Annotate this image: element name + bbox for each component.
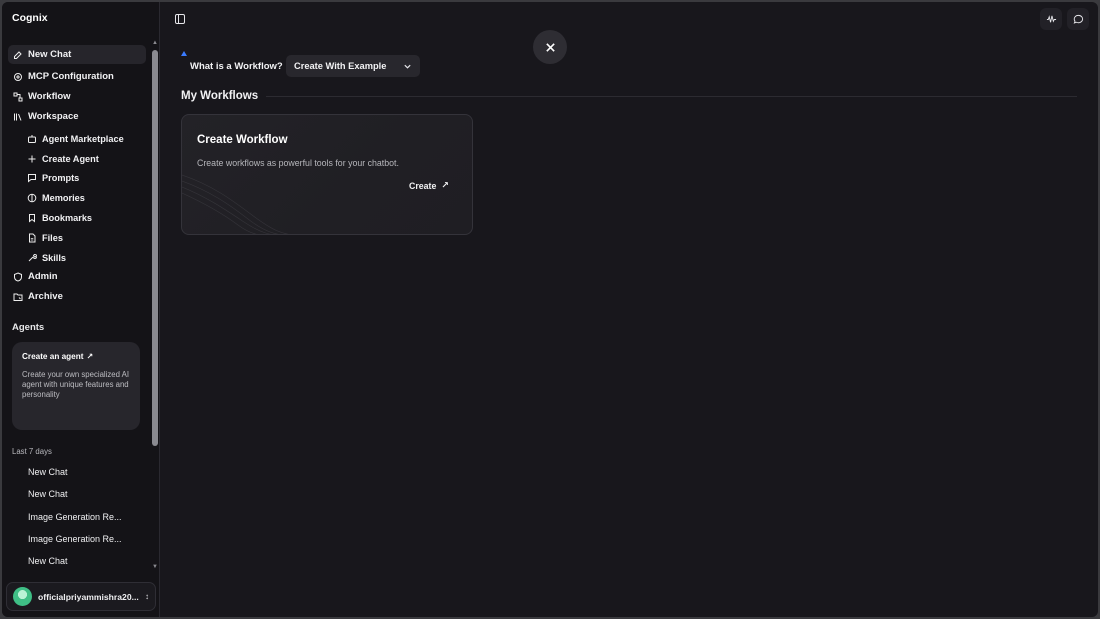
mcp-icon [13,72,23,82]
card-description: Create workflows as powerful tools for y… [197,158,399,168]
user-name: officialpriyammishra20... [38,591,139,602]
create-workflow-button[interactable]: Create ↗ [409,180,449,191]
sidebar-item-files[interactable]: Files [22,228,146,247]
user-menu-button[interactable]: officialpriyammishra20... ↕ [6,582,156,611]
arrow-up-right-icon: ↗ [86,352,94,361]
sidebar-item-label: Skills [42,252,67,263]
create-agent-card-description: Create your own specialized AI agent wit… [22,370,130,399]
create-agent-card[interactable]: Create an agent ↗ Create your own specia… [12,342,140,430]
sidebar-item-label: Files [42,232,63,243]
sidebar: Cognix New Chat MCP Configuration Workfl… [2,2,160,617]
app-window: Cognix New Chat MCP Configuration Workfl… [2,2,1098,617]
section-divider [266,96,1077,97]
sidebar-item-memories[interactable]: Memories [22,188,146,207]
close-button[interactable] [533,30,567,64]
card-title: Create Workflow [197,134,288,146]
sidebar-item-label: Prompts [42,172,80,183]
select-label: Create With Example [294,61,387,71]
chat-history-item[interactable]: New Chat [28,489,68,499]
what-is-workflow-link[interactable]: What is a Workflow? [190,61,283,72]
sidebar-item-label: New Chat [28,49,72,60]
create-workflow-card[interactable]: Create Workflow Create workflows as powe… [181,114,473,235]
create-agent-card-title: Create an agent ↗ [22,352,130,361]
scroll-up-arrow-icon[interactable]: ▲ [152,40,158,46]
wrench-icon [27,253,37,263]
sidebar-item-label: Admin [28,271,58,282]
message-circle-icon [1073,14,1083,24]
sidebar-item-agent-marketplace[interactable]: Agent Marketplace [22,129,146,148]
chat-button[interactable] [1067,8,1089,30]
activity-button[interactable] [1040,8,1062,30]
sidebar-item-label: Archive [28,291,63,302]
recent-label: Last 7 days [12,447,52,456]
sidebar-item-mcp-configuration[interactable]: MCP Configuration [8,67,146,86]
create-label: Create [409,180,437,191]
sidebar-item-label: Workflow [28,91,71,102]
edit-icon [13,50,23,60]
bookmark-icon [27,213,37,223]
chevron-down-icon [404,64,411,69]
sidebar-item-label: Memories [42,192,85,203]
sidebar-item-new-chat[interactable]: New Chat [8,45,146,64]
section-title: My Workflows [181,90,259,102]
sidebar-item-workflow[interactable]: Workflow [8,87,146,106]
sidebar-item-label: Create Agent [42,153,99,164]
cursor-marker-icon [181,51,187,56]
chat-history-item[interactable]: New Chat [28,467,68,477]
archive-folder-icon [13,292,23,302]
chat-history-item[interactable]: Image Generation Re... [28,534,122,544]
sidebar-item-label: Workspace [28,111,79,122]
sidebar-panel-icon [175,14,185,24]
agents-section-title: Agents [12,322,45,333]
sidebar-item-bookmarks[interactable]: Bookmarks [22,208,146,227]
app-title: Cognix [12,12,48,24]
file-icon [27,233,37,243]
bot-icon [27,134,37,144]
sidebar-item-prompts[interactable]: Prompts [22,168,146,187]
chat-history-item[interactable]: New Chat [28,556,68,566]
create-agent-card-title-text: Create an agent [22,352,84,361]
shield-icon [13,271,23,282]
arrow-up-right-icon: ↗ [441,180,449,190]
close-icon [545,42,555,52]
sidebar-item-archive[interactable]: Archive [8,287,146,306]
sidebar-toggle-button[interactable] [174,13,186,25]
create-with-example-select[interactable]: Create With Example [286,55,420,77]
message-square-icon [27,173,37,183]
sidebar-item-label: Bookmarks [42,212,93,223]
chevrons-up-down-icon: ↕ [145,592,149,601]
scroll-down-arrow-icon[interactable]: ▼ [152,564,158,570]
memory-icon [27,193,37,203]
sidebar-item-skills[interactable]: Skills [22,248,146,267]
sidebar-item-workspace[interactable]: Workspace [8,107,146,126]
sidebar-item-create-agent[interactable]: Create Agent [22,149,146,168]
library-icon [13,112,23,122]
sidebar-item-label: Agent Marketplace [42,133,124,144]
avatar [13,587,32,606]
sidebar-scroll-thumb[interactable] [152,50,158,446]
sidebar-item-admin[interactable]: Admin [8,267,146,286]
chat-history-item[interactable]: Image Generation Re... [28,512,122,522]
audio-waveform-icon [1046,14,1056,23]
workflow-icon [13,92,23,102]
plus-icon [27,154,37,164]
sidebar-item-label: MCP Configuration [28,71,114,82]
